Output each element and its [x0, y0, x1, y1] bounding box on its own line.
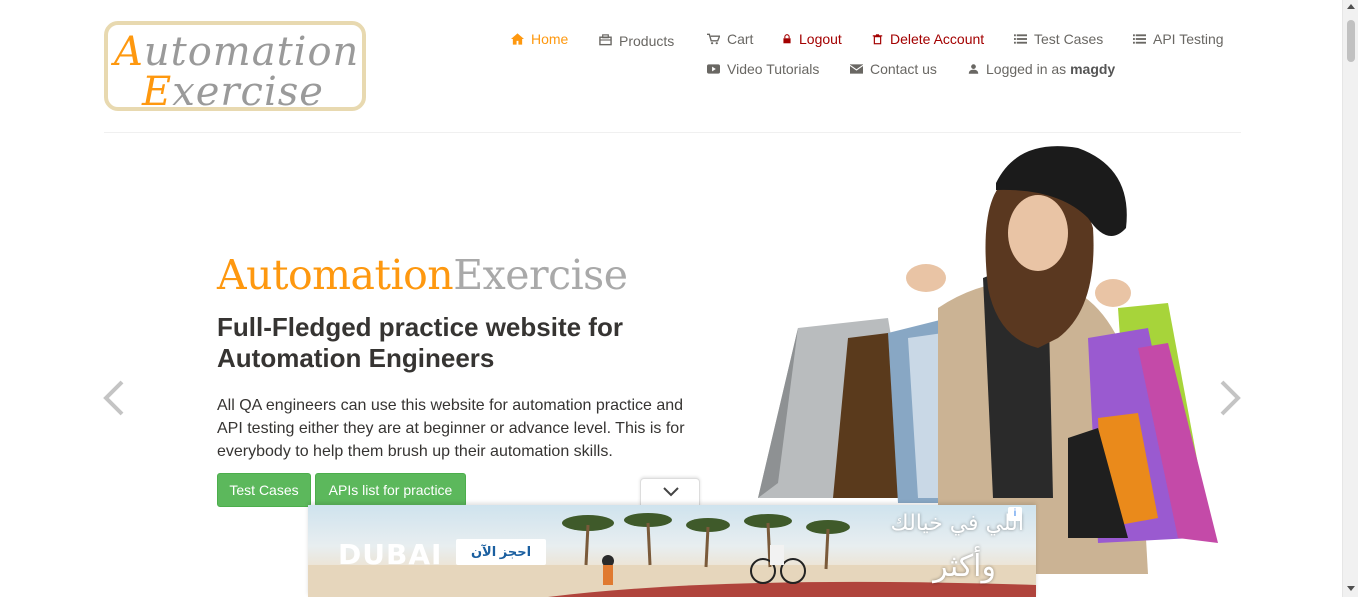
- nav-api-testing[interactable]: API Testing: [1133, 31, 1224, 47]
- nav-video-tutorials[interactable]: Video Tutorials: [707, 61, 819, 77]
- nav-home[interactable]: Home: [511, 31, 568, 47]
- nav-logout[interactable]: Logout: [782, 31, 842, 47]
- ad-tagline: وأكثر: [933, 549, 996, 584]
- ad-banner[interactable]: DUBAI احجز الآن اللي في خيالك وأكثر i: [308, 505, 1036, 597]
- lock-icon: [783, 34, 791, 44]
- page-scrollbar[interactable]: [1342, 0, 1358, 597]
- nav-test-cases[interactable]: Test Cases: [1014, 31, 1103, 47]
- nav-cart[interactable]: Cart: [707, 31, 753, 47]
- home-icon: [511, 33, 524, 45]
- list-icon: [1014, 34, 1027, 44]
- slide-brand: AutomationExercise: [217, 251, 628, 299]
- header-divider: [104, 132, 1241, 133]
- user-icon: [968, 64, 979, 74]
- ad-dubai-logo: DUBAI: [338, 538, 443, 571]
- site-logo[interactable]: Automation Exercise: [104, 21, 366, 115]
- nav-delete-account[interactable]: Delete Account: [872, 31, 984, 47]
- apis-list-button[interactable]: APIs list for practice: [315, 473, 466, 507]
- nav-products[interactable]: Products: [599, 32, 674, 49]
- trash-icon: [872, 34, 883, 45]
- nav-contact-us[interactable]: Contact us: [850, 61, 937, 77]
- nav-logged-in: Logged in as magdy: [968, 61, 1115, 77]
- scroll-up-icon[interactable]: [1347, 4, 1355, 9]
- ad-headline: اللي في خيالك: [890, 511, 1024, 536]
- slide-description: All QA engineers can use this website fo…: [217, 397, 685, 460]
- logged-in-username: magdy: [1070, 61, 1116, 77]
- products-icon: [599, 34, 612, 46]
- test-cases-button[interactable]: Test Cases: [217, 473, 311, 507]
- scroll-down-icon[interactable]: [1347, 586, 1355, 591]
- scroll-thumb[interactable]: [1347, 20, 1355, 62]
- list-icon: [1133, 34, 1146, 44]
- chevron-down-icon: [663, 487, 679, 497]
- slide-headline: Full-Fledged practice website for Automa…: [217, 312, 623, 373]
- youtube-icon: [707, 64, 720, 74]
- ad-book-now-button[interactable]: احجز الآن: [456, 539, 546, 565]
- slider-prev-icon[interactable]: [102, 378, 126, 418]
- logo-line-2: Exercise: [142, 69, 324, 115]
- envelope-icon: [850, 64, 863, 74]
- ad-collapse-button[interactable]: [640, 478, 700, 506]
- slider-next-icon[interactable]: [1218, 378, 1242, 418]
- cart-icon: [707, 33, 720, 45]
- ad-info-icon[interactable]: i: [1008, 507, 1022, 521]
